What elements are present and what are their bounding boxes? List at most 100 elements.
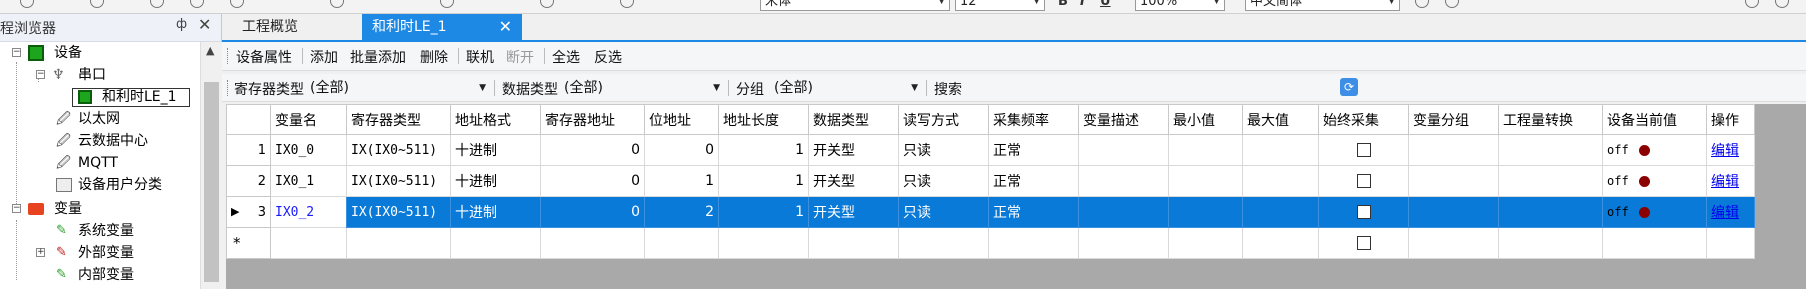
bit-address-cell[interactable]: 1: [644, 165, 719, 197]
tree-item-serial[interactable]: − ♆ 串口: [36, 64, 186, 86]
frequency-cell[interactable]: 正常: [988, 134, 1079, 166]
disconnect-button[interactable]: 断开: [506, 47, 534, 67]
empty-cell[interactable]: [450, 227, 541, 259]
column-header[interactable]: 最大值: [1242, 104, 1319, 135]
panel-close-icon[interactable]: ✕: [198, 15, 211, 34]
variable-group-cell[interactable]: [1408, 196, 1499, 228]
settings-icon[interactable]: [1745, 0, 1759, 8]
pin-icon[interactable]: ф: [176, 17, 187, 32]
empty-cell[interactable]: [1706, 227, 1755, 259]
font-name-select[interactable]: 宋体 ▼: [760, 0, 950, 11]
column-header[interactable]: 读写方式: [898, 104, 989, 135]
expand-icon[interactable]: +: [36, 248, 45, 257]
row-index[interactable]: ▶ 3: [226, 196, 271, 228]
tree-item-device[interactable]: − 设备: [12, 42, 192, 64]
italic-button[interactable]: I: [1080, 0, 1085, 9]
empty-cell[interactable]: [808, 227, 899, 259]
max-value-cell[interactable]: [1242, 165, 1319, 197]
address-length-cell[interactable]: 1: [718, 196, 809, 228]
tab-project-overview[interactable]: 工程概览: [232, 14, 352, 40]
column-header[interactable]: 工程量转换: [1498, 104, 1603, 135]
table-new-row[interactable]: *: [226, 227, 1755, 259]
empty-cell[interactable]: [270, 227, 347, 259]
language-select[interactable]: 中文简体 ▼: [1245, 0, 1400, 11]
column-header[interactable]: 变量描述: [1078, 104, 1169, 135]
edit-link[interactable]: 编辑: [1711, 174, 1739, 190]
column-header[interactable]: 始终采集: [1318, 104, 1409, 135]
min-value-cell[interactable]: [1168, 134, 1243, 166]
tree-item-plc[interactable]: 和利时LE_1: [0, 86, 200, 108]
column-header[interactable]: 地址长度: [718, 104, 809, 135]
scroll-up-icon[interactable]: ▲: [206, 44, 214, 57]
column-header[interactable]: 位地址: [644, 104, 719, 135]
table-row[interactable]: 1 IX0_0 IX(IX0~511) 十进制 0 0 1 开关型 只读 正常 …: [226, 134, 1755, 166]
undo-icon[interactable]: [90, 0, 104, 8]
address-length-cell[interactable]: 1: [718, 134, 809, 166]
group-select[interactable]: (全部) ▼: [774, 77, 922, 99]
data-type-select[interactable]: (全部) ▼: [564, 77, 724, 99]
column-header[interactable]: 数据类型: [808, 104, 899, 135]
address-format-cell[interactable]: 十进制: [450, 165, 541, 197]
polygon-icon[interactable]: [230, 0, 244, 8]
description-cell[interactable]: [1078, 165, 1169, 197]
column-header[interactable]: 变量名: [270, 104, 347, 135]
edit-link[interactable]: 编辑: [1711, 143, 1739, 159]
empty-cell[interactable]: [540, 227, 645, 259]
device-properties-button[interactable]: 设备属性: [236, 47, 292, 67]
column-header[interactable]: 设备当前值: [1602, 104, 1707, 135]
edit-link[interactable]: 编辑: [1711, 205, 1739, 221]
ellipse-icon[interactable]: [190, 0, 204, 8]
max-value-cell[interactable]: [1242, 134, 1319, 166]
collapse-icon[interactable]: −: [36, 70, 45, 79]
text-icon[interactable]: [330, 0, 344, 8]
shape-icon[interactable]: [150, 0, 164, 8]
register-type-select[interactable]: (全部) ▼: [310, 77, 490, 99]
address-length-cell[interactable]: 1: [718, 165, 809, 197]
empty-cell[interactable]: [898, 227, 989, 259]
always-collect-checkbox[interactable]: [1356, 174, 1371, 188]
column-header[interactable]: 采集频率: [988, 104, 1079, 135]
empty-cell[interactable]: [1602, 227, 1707, 259]
min-value-cell[interactable]: [1168, 165, 1243, 197]
refresh-icon[interactable]: ⟳: [1340, 78, 1358, 96]
tree-item-internal-vars[interactable]: ✎ 内部变量: [56, 264, 196, 286]
align-icon[interactable]: [1415, 0, 1429, 8]
select-all-button[interactable]: 全选: [552, 47, 580, 67]
always-collect-checkbox[interactable]: [1356, 205, 1371, 219]
conversion-cell[interactable]: [1498, 165, 1603, 197]
read-write-cell[interactable]: 只读: [898, 196, 989, 228]
empty-cell[interactable]: [1408, 227, 1499, 259]
variable-name-cell[interactable]: IX0_0: [270, 134, 347, 166]
data-type-cell[interactable]: 开关型: [808, 196, 899, 228]
underline-button[interactable]: U: [1100, 0, 1111, 9]
always-collect-checkbox[interactable]: [1356, 236, 1371, 250]
add-button[interactable]: 添加: [310, 47, 338, 67]
tree-item-system-vars[interactable]: ✎ 系统变量: [56, 220, 196, 242]
invert-selection-button[interactable]: 反选: [594, 47, 622, 67]
zoom-select[interactable]: 100% ▼: [1135, 0, 1225, 11]
empty-cell[interactable]: [1242, 227, 1319, 259]
empty-cell[interactable]: [988, 227, 1079, 259]
register-address-cell[interactable]: 0: [540, 165, 645, 197]
empty-cell[interactable]: [1078, 227, 1169, 259]
tree-item-cloud[interactable]: 🖉 云数据中心: [56, 130, 196, 152]
scroll-thumb[interactable]: [204, 82, 219, 282]
new-icon[interactable]: [20, 0, 34, 8]
conversion-cell[interactable]: [1498, 196, 1603, 228]
register-type-cell[interactable]: IX(IX0~511): [346, 196, 451, 228]
bold-button[interactable]: B: [1058, 0, 1068, 9]
data-type-cell[interactable]: 开关型: [808, 165, 899, 197]
batch-add-button[interactable]: 批量添加: [350, 47, 406, 67]
font-size-select[interactable]: 12 ▼: [955, 0, 1045, 11]
tree-item-variables[interactable]: − 变量: [12, 198, 192, 220]
tab-close-icon[interactable]: ✕: [499, 14, 512, 40]
row-index[interactable]: 2: [226, 165, 271, 197]
register-type-cell[interactable]: IX(IX0~511): [346, 134, 451, 166]
read-write-cell[interactable]: 只读: [898, 165, 989, 197]
collapse-icon[interactable]: −: [12, 48, 21, 57]
max-value-cell[interactable]: [1242, 196, 1319, 228]
column-header[interactable]: 操作: [1706, 104, 1755, 135]
tree-item-external-vars[interactable]: + ✎ 外部变量: [36, 242, 196, 264]
empty-cell[interactable]: [644, 227, 719, 259]
table-row[interactable]: 2 IX0_1 IX(IX0~511) 十进制 0 1 1 开关型 只读 正常 …: [226, 165, 1755, 197]
